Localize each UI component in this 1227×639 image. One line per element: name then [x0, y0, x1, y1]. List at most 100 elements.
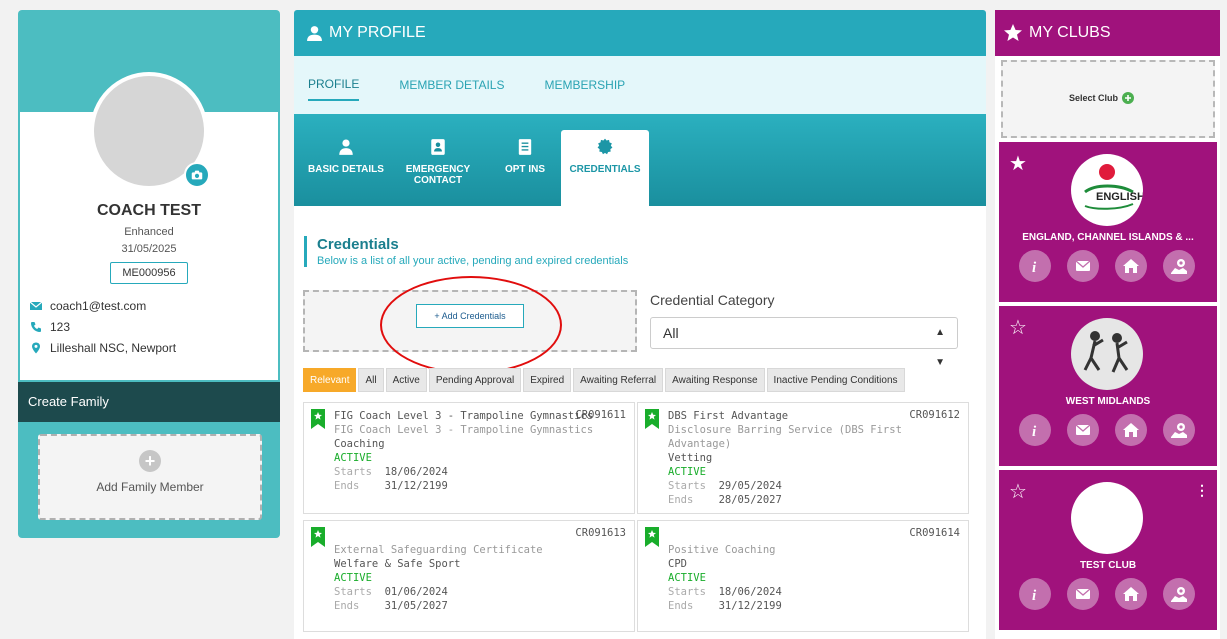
mail-icon[interactable] — [1067, 578, 1099, 610]
favorite-star-outline-icon[interactable]: ☆ — [1009, 318, 1027, 338]
map-location-icon[interactable] — [1163, 578, 1195, 610]
club-name: TEST CLUB — [1079, 560, 1137, 571]
profile-sidebar: COACH TEST Enhanced 31/05/2025 ME000956 … — [18, 10, 280, 538]
filter-awaiting-response[interactable]: Awaiting Response — [665, 368, 765, 392]
tab-member-details[interactable]: MEMBER DETAILS — [399, 70, 504, 100]
user-icon — [307, 25, 322, 41]
map-location-icon[interactable] — [1163, 414, 1195, 446]
credential-status: ACTIVE — [334, 572, 372, 584]
credential-start-date: 01/06/2024 — [384, 586, 448, 598]
profile-name: COACH TEST — [97, 202, 201, 219]
credential-card[interactable]: Positive Coaching CPD ACTIVE Starts 18/0… — [637, 520, 969, 632]
credential-type: Vetting — [668, 452, 713, 464]
club-logo — [1071, 318, 1143, 390]
filter-inactive-pending[interactable]: Inactive Pending Conditions — [766, 368, 905, 392]
starts-label: Starts — [668, 480, 706, 492]
badge-certificate-icon — [597, 138, 613, 155]
credential-category-label: Credential Category — [650, 292, 775, 308]
bookmark-star-icon — [645, 527, 659, 547]
email-text: coach1@test.com — [50, 299, 147, 313]
highlight-circle — [380, 276, 562, 374]
camera-icon[interactable] — [184, 162, 210, 188]
svg-text:i: i — [1032, 588, 1037, 603]
map-location-icon[interactable] — [1163, 250, 1195, 282]
credential-category-select[interactable]: All ▲ ▼ — [650, 317, 958, 368]
favorite-star-filled-icon[interactable]: ★ — [1009, 154, 1027, 174]
credential-end-date: 31/05/2027 — [384, 600, 448, 612]
credential-card[interactable]: FIG Coach Level 3 - Trampoline Gymnastic… — [303, 402, 635, 514]
create-family-header: Create Family — [18, 382, 280, 422]
tab-basic-details[interactable]: BASIC DETAILS — [304, 136, 388, 206]
filter-relevant[interactable]: Relevant — [303, 368, 357, 392]
credentials-heading: Credentials Below is a list of all your … — [304, 236, 628, 267]
credential-end-date: 31/12/2199 — [718, 600, 782, 612]
info-icon[interactable]: i — [1019, 578, 1051, 610]
add-family-member-button[interactable]: + Add Family Member — [38, 434, 262, 520]
page-title: MY PROFILE — [329, 24, 426, 41]
starts-label: Starts — [334, 466, 372, 478]
svg-text:i: i — [1032, 260, 1037, 275]
filter-all[interactable]: All — [358, 368, 384, 392]
credential-start-date: 29/05/2024 — [718, 480, 782, 492]
club-logo — [1071, 482, 1143, 554]
credential-card[interactable]: DBS First Advantage Disclosure Barring S… — [637, 402, 969, 514]
credential-description: Disclosure Barring Service (DBS First Ad… — [668, 424, 902, 450]
phone-text: 123 — [50, 320, 71, 334]
club-name: ENGLAND, CHANNEL ISLANDS & ... — [1022, 232, 1194, 243]
filter-awaiting-referral[interactable]: Awaiting Referral — [573, 368, 664, 392]
credential-title: FIG Coach Level 3 - Trampoline Gymnastic… — [334, 410, 594, 422]
home-icon[interactable] — [1115, 250, 1147, 282]
profile-panel: MY PROFILE PROFILE MEMBER DETAILS MEMBER… — [294, 10, 986, 639]
credential-code: CR091614 — [909, 527, 960, 539]
info-icon[interactable]: i — [1019, 250, 1051, 282]
clubs-title: MY CLUBS — [1029, 24, 1111, 41]
tab-membership[interactable]: MEMBERSHIP — [545, 70, 626, 100]
mail-icon[interactable] — [1067, 250, 1099, 282]
tab-credentials-label: CREDENTIALS — [569, 164, 641, 175]
starts-label: Starts — [334, 586, 372, 598]
bookmark-star-icon — [311, 409, 325, 429]
filter-pending-approval[interactable]: Pending Approval — [428, 368, 522, 392]
club-card: ★ ENGLISH ENGLAND, CHANNEL ISLANDS & ...… — [999, 142, 1217, 302]
location-text: Lilleshall NSC, Newport — [50, 341, 177, 355]
mail-icon[interactable] — [1067, 414, 1099, 446]
checklist-icon — [518, 139, 532, 155]
tab-basic-details-label: BASIC DETAILS — [308, 164, 384, 175]
tab-emergency-contact[interactable]: EMERGENCY CONTACT — [401, 136, 475, 206]
tab-opt-ins[interactable]: OPT INS — [500, 136, 550, 206]
credential-end-date: 31/12/2199 — [384, 480, 448, 492]
envelope-icon — [30, 301, 42, 310]
tab-credentials[interactable]: CREDENTIALS — [561, 130, 649, 208]
favorite-star-outline-icon[interactable]: ☆ — [1009, 482, 1027, 502]
home-icon[interactable] — [1115, 578, 1147, 610]
filter-active[interactable]: Active — [385, 368, 427, 392]
credential-description: FIG Coach Level 3 - Trampoline Gymnastic… — [334, 424, 594, 436]
select-arrows-icon: ▲ ▼ — [935, 327, 945, 368]
credential-status: ACTIVE — [668, 466, 706, 478]
home-icon[interactable] — [1115, 414, 1147, 446]
info-icon[interactable]: i — [1019, 414, 1051, 446]
credential-title: External Safeguarding Certificate — [334, 544, 543, 556]
membership-date: 31/05/2025 — [121, 243, 177, 255]
star-icon — [1004, 24, 1022, 41]
bookmark-star-icon — [311, 527, 325, 547]
svg-text:i: i — [1032, 424, 1037, 439]
credential-code: CR091611 — [575, 409, 626, 421]
credential-type: Coaching — [334, 438, 385, 450]
phone-row: 123 — [30, 320, 70, 334]
select-club-area: Select Club — [1001, 60, 1215, 138]
credential-card[interactable]: External Safeguarding Certificate Welfar… — [303, 520, 635, 632]
email-row: coach1@test.com — [30, 299, 146, 313]
credential-start-date: 18/06/2024 — [718, 586, 782, 598]
tab-profile[interactable]: PROFILE — [308, 69, 360, 101]
credential-start-date: 18/06/2024 — [384, 466, 448, 478]
ends-label: Ends — [334, 600, 360, 612]
credential-code: CR091613 — [575, 527, 626, 539]
credential-description: CPD — [668, 558, 687, 570]
add-family-label: Add Family Member — [96, 480, 204, 494]
filter-expired[interactable]: Expired — [523, 368, 572, 392]
plus-icon: + — [139, 450, 161, 472]
more-options-icon[interactable]: ⋮ — [1195, 482, 1209, 499]
profile-tabs: PROFILE MEMBER DETAILS MEMBERSHIP — [294, 56, 986, 114]
select-club-button[interactable]: Select Club — [1069, 92, 1135, 104]
